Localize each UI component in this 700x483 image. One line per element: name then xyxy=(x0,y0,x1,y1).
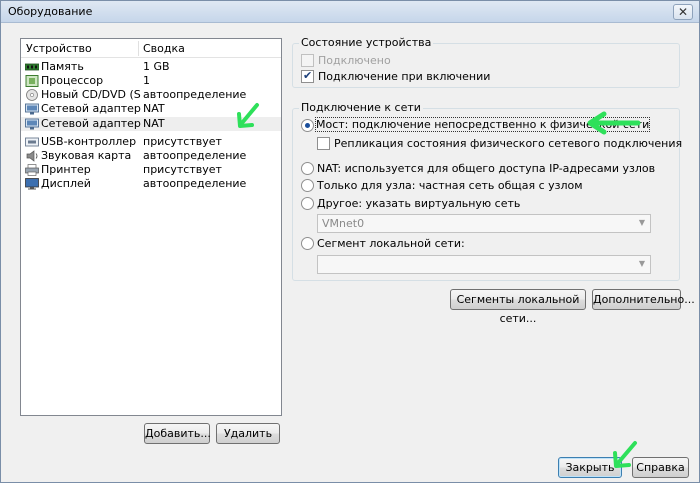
sound-card-icon xyxy=(26,150,38,162)
lan-segment-label: Сегмент локальной сети: xyxy=(317,237,465,250)
device-row-printer[interactable]: Принтер присутствует xyxy=(21,163,281,177)
connect-on-power-checkbox[interactable]: ✔ xyxy=(301,69,314,83)
lan-segment-select[interactable]: ▼ xyxy=(317,255,651,274)
connected-label: Подключено xyxy=(318,54,391,67)
annotation-arrow-icon xyxy=(587,111,641,135)
device-summary: автоопределение xyxy=(143,88,247,101)
annotation-arrow-icon xyxy=(613,441,637,468)
device-summary: 1 xyxy=(143,74,150,87)
device-row-cd-dvd[interactable]: Новый CD/DVD (SA... автоопределение xyxy=(21,88,281,102)
device-row-processor[interactable]: Процессор 1 xyxy=(21,74,281,88)
device-summary: 1 GB xyxy=(143,60,170,73)
device-name: Дисплей xyxy=(41,177,91,190)
device-summary: NAT xyxy=(143,102,165,115)
device-name: Сетевой адаптер 2 xyxy=(41,117,141,130)
lan-segment-radio[interactable] xyxy=(301,237,314,250)
nat-radio[interactable] xyxy=(301,162,314,175)
bridged-radio[interactable] xyxy=(301,119,314,132)
connected-checkbox[interactable] xyxy=(301,54,314,67)
hardware-dialog: Оборудование ✕ Устройство Сводка Память … xyxy=(0,0,700,483)
device-name: USB-контроллер xyxy=(41,135,137,148)
lan-segments-button[interactable]: Сегменты локальной сети... xyxy=(450,289,586,325)
device-name: Новый CD/DVD (SA... xyxy=(41,88,141,101)
device-summary: присутствует xyxy=(143,135,222,148)
chevron-down-icon: ▼ xyxy=(638,218,645,227)
device-name: Сетевой адаптер xyxy=(41,102,141,115)
network-adapter-icon xyxy=(25,118,39,130)
device-name: Принтер xyxy=(41,163,91,176)
custom-network-radio[interactable] xyxy=(301,197,314,210)
cd-dvd-icon xyxy=(26,89,38,101)
device-row-display[interactable]: Дисплей автоопределение xyxy=(21,177,281,191)
column-header-device[interactable]: Устройство xyxy=(26,42,92,55)
column-divider[interactable] xyxy=(138,41,139,56)
close-window-icon[interactable]: ✕ xyxy=(673,4,693,20)
device-row-usb[interactable]: USB-контроллер присутствует xyxy=(21,135,281,149)
checkmark-icon: ✔ xyxy=(303,69,313,82)
device-summary: присутствует xyxy=(143,163,222,176)
device-summary: NAT xyxy=(143,117,165,130)
device-name: Звуковая карта xyxy=(41,149,132,162)
memory-icon xyxy=(25,63,39,71)
title-bar: Оборудование ✕ xyxy=(1,1,699,23)
column-header-summary[interactable]: Сводка xyxy=(143,42,185,55)
network-adapter-icon xyxy=(25,103,39,115)
device-list[interactable]: Устройство Сводка Память 1 GB Процессор … xyxy=(20,38,282,416)
display-icon xyxy=(25,178,39,190)
replicate-state-label: Репликация состояния физического сетевог… xyxy=(334,137,683,150)
chevron-down-icon: ▼ xyxy=(638,259,645,268)
cpu-icon xyxy=(25,75,39,87)
device-summary: автоопределение xyxy=(143,149,247,162)
host-only-label: Только для узла: частная сеть общая с уз… xyxy=(317,179,583,192)
network-connection-legend: Подключение к сети xyxy=(299,101,423,114)
device-summary: автоопределение xyxy=(143,177,247,190)
device-name: Процессор xyxy=(41,74,104,87)
advanced-button[interactable]: Дополнительно... xyxy=(592,289,695,310)
radio-selected-dot xyxy=(305,123,310,128)
custom-network-value: VMnet0 xyxy=(322,217,365,230)
add-device-button[interactable]: Добавить... xyxy=(144,423,211,444)
device-row-memory[interactable]: Память 1 GB xyxy=(21,60,281,74)
annotation-arrow-icon xyxy=(237,103,259,128)
device-list-header: Устройство Сводка xyxy=(21,39,281,58)
remove-device-button[interactable]: Удалить xyxy=(216,423,280,444)
host-only-radio[interactable] xyxy=(301,179,314,192)
device-status-legend: Состояние устройства xyxy=(299,36,434,49)
usb-icon xyxy=(25,137,39,147)
window-title: Оборудование xyxy=(8,5,93,18)
replicate-state-checkbox[interactable] xyxy=(317,137,330,150)
custom-network-label: Другое: указать виртуальную сеть xyxy=(317,197,521,210)
nat-label: NAT: используется для общего доступа IP-… xyxy=(317,162,656,175)
printer-icon xyxy=(25,164,39,176)
custom-network-select[interactable]: VMnet0 ▼ xyxy=(317,214,651,233)
connect-on-power-label: Подключение при включении xyxy=(318,70,491,83)
device-name: Память xyxy=(41,60,84,73)
device-row-sound-card[interactable]: Звуковая карта автоопределение xyxy=(21,149,281,163)
